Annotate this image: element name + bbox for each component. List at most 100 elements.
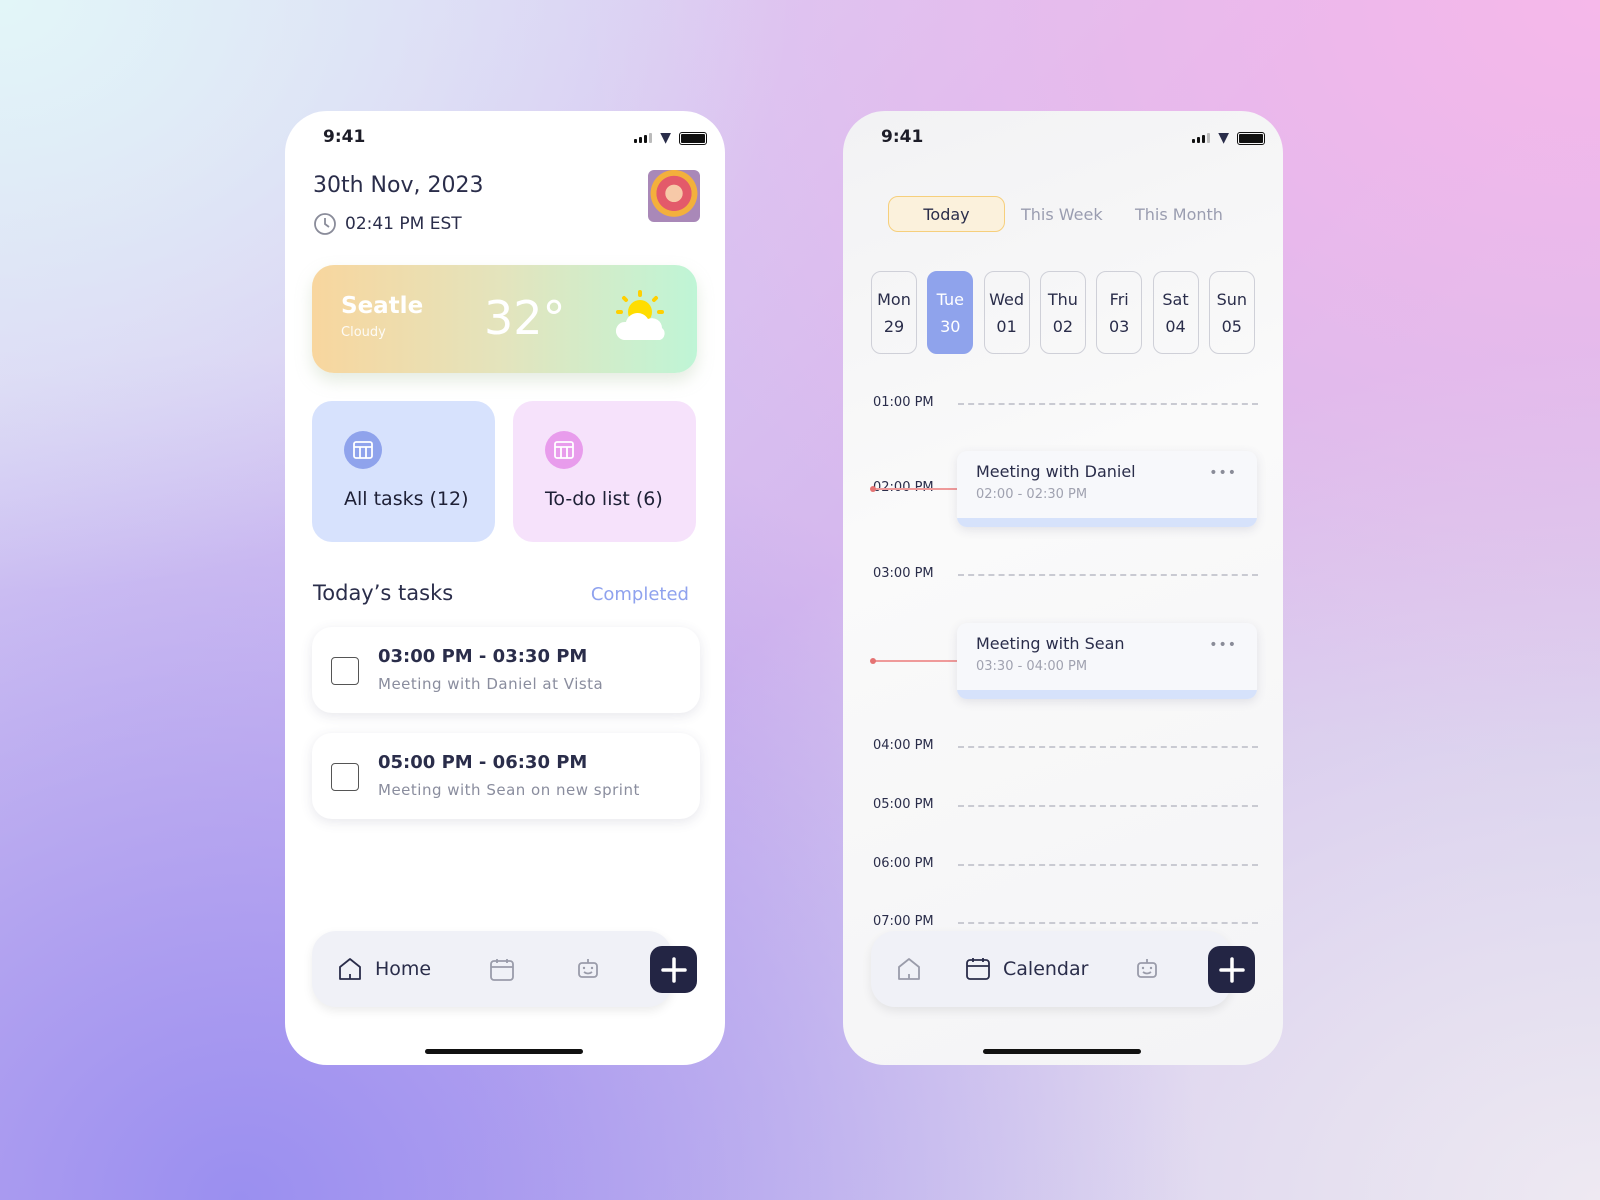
day-name: Tue: [936, 289, 964, 309]
calendar-icon[interactable]: [489, 957, 515, 983]
calendar-icon: [966, 958, 990, 980]
day-chip-sun[interactable]: Sun 05: [1208, 271, 1255, 354]
event-title: Meeting with Sean: [976, 634, 1125, 653]
signal-icon: [634, 133, 653, 143]
current-date: 30th Nov, 2023: [313, 173, 484, 198]
plus-icon: [660, 956, 687, 983]
task-time: 03:00 PM - 03:30 PM: [378, 646, 588, 667]
day-number: 03: [1109, 316, 1130, 336]
status-time: 9:41: [881, 127, 924, 147]
avatar[interactable]: [648, 170, 700, 222]
robot-icon[interactable]: [1133, 955, 1161, 983]
all-tasks-card[interactable]: All tasks (12): [312, 401, 495, 542]
day-name: Sat: [1162, 289, 1189, 309]
task-item[interactable]: 03:00 PM - 03:30 PM Meeting with Daniel …: [312, 627, 700, 713]
event-time-indicator: [870, 658, 958, 664]
task-checkbox[interactable]: [331, 657, 359, 685]
tab-this-month[interactable]: This Month: [1135, 196, 1223, 232]
signal-icon: [1192, 133, 1211, 143]
nav-calendar[interactable]: Calendar: [965, 956, 1088, 982]
event-strip: [957, 518, 1257, 527]
tab-this-week[interactable]: This Week: [1021, 196, 1103, 232]
day-number: 05: [1221, 316, 1242, 336]
hour-line: [958, 746, 1258, 748]
day-chip-fri[interactable]: Fri 03: [1096, 271, 1143, 354]
home-indicator: [425, 1049, 583, 1054]
more-icon[interactable]: •••: [1209, 465, 1237, 481]
robot-icon[interactable]: [574, 955, 602, 983]
hour-label: 06:00 PM: [873, 856, 934, 871]
nav-home-label: Home: [375, 958, 432, 980]
add-button[interactable]: [1208, 946, 1255, 993]
home-icon[interactable]: [896, 956, 922, 982]
weather-condition: Cloudy: [341, 325, 386, 340]
day-chip-wed[interactable]: Wed 01: [983, 271, 1030, 354]
home-screen: 9:41 ▼ 30th Nov, 2023 02:41 PM EST Seatl…: [285, 111, 725, 1065]
day-chip-tue[interactable]: Tue 30: [927, 271, 974, 354]
bottom-nav: Calendar: [871, 931, 1231, 1007]
event-time: 03:30 - 04:00 PM: [976, 659, 1088, 674]
weather-temp: 32°: [484, 291, 566, 345]
all-tasks-label: All tasks (12): [344, 488, 469, 510]
day-chip-sat[interactable]: Sat 04: [1152, 271, 1199, 354]
day-number: 04: [1165, 316, 1186, 336]
todo-list-label: To-do list (6): [545, 488, 663, 510]
status-icons: ▼: [1192, 130, 1265, 146]
wifi-icon: ▼: [660, 130, 671, 146]
day-chip-thu[interactable]: Thu 02: [1039, 271, 1086, 354]
calendar-grid-icon: [344, 431, 382, 469]
hour-line: [958, 805, 1258, 807]
event-card[interactable]: Meeting with Sean 03:30 - 04:00 PM •••: [957, 623, 1257, 699]
calendar-screen: 9:41 ▼ Today This Week This Month Mon 29 T…: [843, 111, 1283, 1065]
day-number: 29: [883, 316, 905, 336]
day-number: 02: [1052, 316, 1074, 336]
wifi-icon: ▼: [1218, 130, 1229, 146]
event-time: 02:00 - 02:30 PM: [976, 487, 1088, 502]
hour-label: 05:00 PM: [873, 797, 934, 812]
home-indicator: [983, 1049, 1141, 1054]
task-desc: Meeting with Daniel at Vista: [378, 675, 604, 693]
calendar-grid-icon: [545, 431, 583, 469]
weather-card[interactable]: Seatle Cloudy 32°: [312, 265, 697, 373]
battery-icon: [679, 131, 707, 145]
hour-label: 04:00 PM: [873, 738, 934, 753]
day-name: Thu: [1047, 289, 1078, 309]
hour-line: [958, 922, 1258, 924]
event-title: Meeting with Daniel: [976, 462, 1136, 481]
hour-line: [958, 864, 1258, 866]
status-time: 9:41: [323, 127, 366, 147]
event-card[interactable]: Meeting with Daniel 02:00 - 02:30 PM •••: [957, 451, 1257, 527]
hour-label: 07:00 PM: [873, 914, 934, 929]
tab-today[interactable]: Today: [888, 196, 1005, 232]
hour-label: 03:00 PM: [873, 566, 934, 581]
clock-text: 02:41 PM EST: [345, 214, 462, 234]
todo-list-card[interactable]: To-do list (6): [513, 401, 696, 542]
battery-icon: [1237, 131, 1265, 145]
clock-icon: [314, 213, 336, 235]
day-name: Mon: [877, 289, 911, 309]
task-checkbox[interactable]: [331, 763, 359, 791]
task-item[interactable]: 05:00 PM - 06:30 PM Meeting with Sean on…: [312, 733, 700, 819]
task-desc: Meeting with Sean on new sprint: [378, 781, 640, 799]
hour-line: [958, 574, 1258, 576]
section-title: Today’s tasks: [313, 581, 454, 605]
more-icon[interactable]: •••: [1209, 637, 1237, 653]
bottom-nav: Home: [312, 931, 672, 1007]
weather-city: Seatle: [341, 293, 424, 319]
day-chip-mon[interactable]: Mon 29: [871, 271, 917, 354]
current-time: 02:41 PM EST: [313, 212, 462, 236]
add-button[interactable]: [650, 946, 697, 993]
completed-link[interactable]: Completed: [591, 584, 689, 605]
event-strip: [957, 690, 1257, 699]
day-number: 01: [996, 316, 1017, 336]
day-number: 30: [940, 316, 961, 336]
hour-line: [958, 403, 1258, 405]
nav-home[interactable]: Home: [337, 956, 431, 982]
day-name: Fri: [1109, 289, 1129, 309]
sun-cloud-icon: [615, 290, 665, 340]
day-name: Sun: [1216, 289, 1248, 309]
home-icon: [339, 958, 361, 980]
day-name: Wed: [989, 289, 1025, 309]
hour-label: 01:00 PM: [873, 395, 934, 410]
status-icons: ▼: [634, 130, 707, 146]
